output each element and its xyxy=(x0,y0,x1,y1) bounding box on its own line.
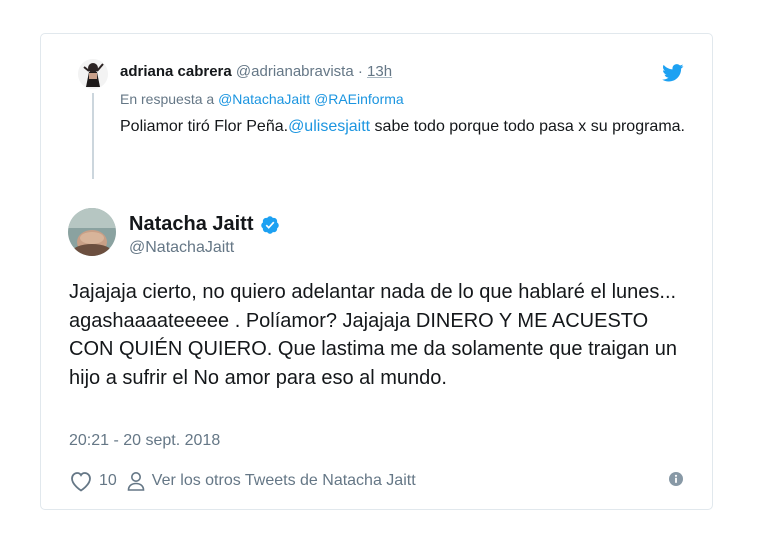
main-timestamp[interactable]: 20:21 - 20 sept. 2018 xyxy=(69,432,220,450)
main-avatar[interactable] xyxy=(68,208,116,256)
parent-text-end: sabe todo porque todo pasa x su programa… xyxy=(370,118,685,135)
reply-mention[interactable]: @NatachaJaitt xyxy=(218,91,310,107)
parent-timestamp[interactable]: 13h xyxy=(367,63,392,80)
parent-text-start: Poliamor tiró Flor Peña. xyxy=(120,118,289,135)
twitter-bird-icon[interactable] xyxy=(662,64,684,82)
main-tweet-text: Jajajaja cierto, no quiero adelantar nad… xyxy=(69,281,678,389)
main-author-handle[interactable]: @NatachaJaitt xyxy=(129,239,234,257)
reply-prefix: En respuesta a xyxy=(120,91,215,107)
embedded-tweet-card: adriana cabrera @adrianabravista · 13h E… xyxy=(40,33,713,510)
like-count: 10 xyxy=(99,472,117,489)
parent-tweet-text: Poliamor tiró Flor Peña.@ulisesjaitt sab… xyxy=(120,114,690,139)
reply-mention[interactable]: @RAEinforma xyxy=(314,91,404,107)
main-author-row: Natacha Jaitt xyxy=(129,213,280,236)
person-icon xyxy=(127,472,145,491)
heart-icon[interactable] xyxy=(69,470,93,492)
main-author-name[interactable]: Natacha Jaitt xyxy=(129,213,254,236)
reply-context: En respuesta a @NatachaJaitt @RAEinforma xyxy=(120,91,404,107)
verified-badge-icon xyxy=(260,215,279,234)
separator-dot: · xyxy=(357,63,363,80)
parent-text-mention[interactable]: @ulisesjaitt xyxy=(288,118,370,135)
info-icon[interactable] xyxy=(669,472,683,486)
parent-header: adriana cabrera @adrianabravista · 13h xyxy=(120,63,392,80)
parent-author-name[interactable]: adriana cabrera xyxy=(120,63,232,80)
tweet-actions: 10 Ver los otros Tweets de Natacha Jaitt xyxy=(69,470,416,492)
parent-avatar[interactable] xyxy=(78,59,108,89)
other-tweets-link[interactable]: Ver los otros Tweets de Natacha Jaitt xyxy=(152,472,416,490)
thread-connector xyxy=(92,93,94,179)
parent-author-handle[interactable]: @adrianabravista xyxy=(236,63,354,80)
